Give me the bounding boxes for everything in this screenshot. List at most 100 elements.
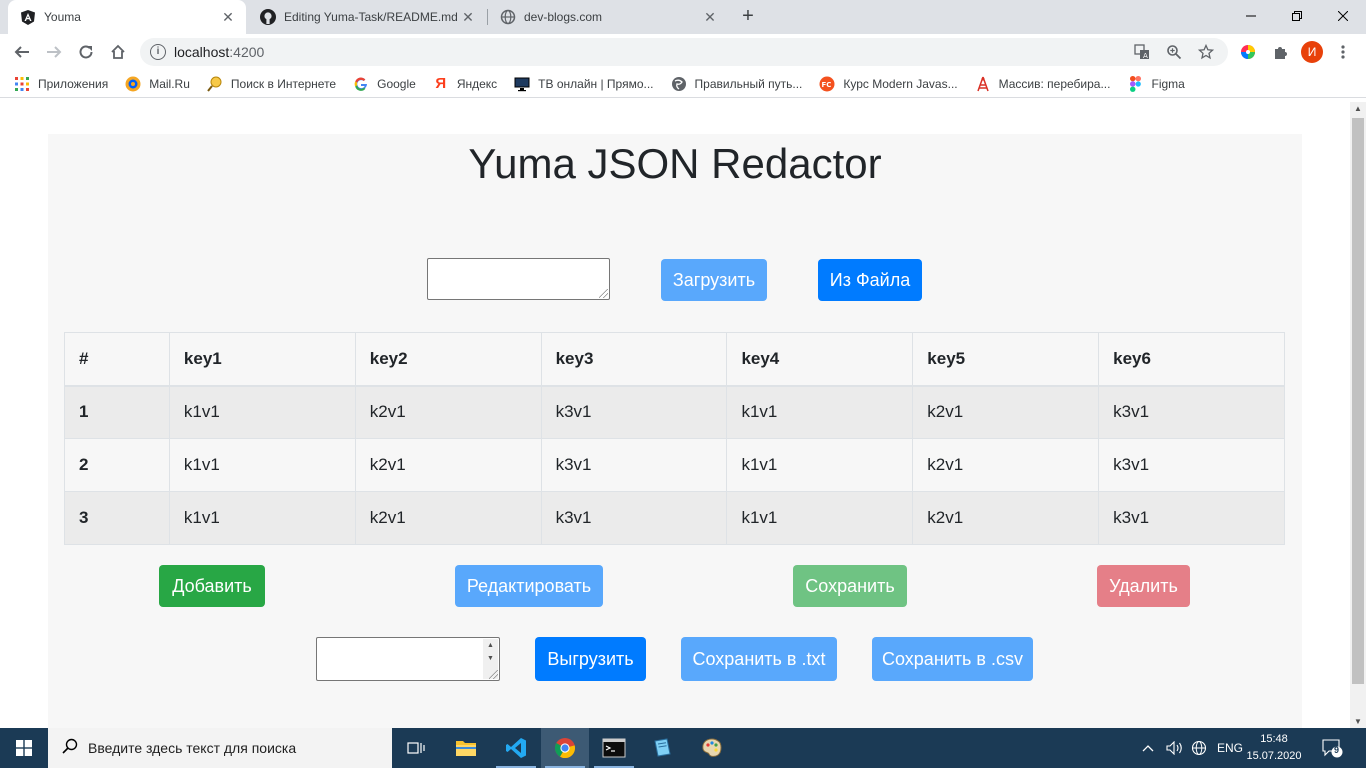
delete-button[interactable]: Удалить [1097,565,1190,607]
reload-button[interactable] [72,38,100,66]
google-icon [353,76,369,92]
table-cell[interactable]: k3v1 [1098,491,1285,545]
paint-button[interactable] [688,728,736,768]
json-input-textarea[interactable] [427,258,610,300]
minimize-button[interactable] [1228,0,1274,32]
restore-button[interactable] [1274,0,1320,32]
table-cell[interactable]: k1v1 [168,385,356,439]
chrome-button[interactable] [541,728,589,768]
paint-palette-icon [702,738,722,757]
page-viewport: Yuma JSON Redactor Загрузить Из Файла # … [0,102,1350,728]
page-scrollbar[interactable]: ▲ ▼ [1350,102,1366,728]
scroll-down-icon[interactable]: ▼ [1354,717,1362,726]
table-row[interactable]: 2 k1v1 k2v1 k3v1 k1v1 k2v1 k3v1 [64,438,1285,492]
start-button[interactable] [0,728,48,768]
table-cell[interactable]: k1v1 [726,491,914,545]
bookmark-mailru[interactable]: Mail.Ru [125,76,190,92]
url-text: localhost:4200 [174,44,265,60]
table-cell[interactable]: k1v1 [726,385,914,439]
table-cell[interactable]: k1v1 [726,438,914,492]
resize-grip-icon[interactable] [599,289,608,298]
menu-kebab-icon[interactable] [1332,41,1354,63]
save-csv-button[interactable]: Сохранить в .csv [872,637,1033,681]
scroll-up-icon[interactable]: ▲ [483,639,498,652]
vscode-button[interactable] [492,728,540,768]
scroll-up-icon[interactable]: ▲ [1354,104,1362,113]
bookmark-google[interactable]: Google [353,76,416,92]
table-cell[interactable]: k1v1 [168,438,356,492]
globe-icon [671,76,687,92]
back-button[interactable] [8,38,36,66]
close-icon[interactable]: ✕ [702,9,718,25]
close-icon[interactable]: ✕ [220,9,236,25]
edit-button[interactable]: Редактировать [455,565,603,607]
forward-button[interactable] [40,38,68,66]
new-tab-button[interactable]: + [736,5,760,29]
file-explorer-button[interactable] [442,728,490,768]
tab-devblogs[interactable]: dev-blogs.com ✕ [488,0,728,34]
bookmark-js-course[interactable]: FC Курс Modern Javas... [819,76,958,92]
clock-date: 15.07.2020 [1246,750,1302,762]
save-button[interactable]: Сохранить [793,565,907,607]
resize-grip-icon[interactable] [489,670,498,679]
table-cell[interactable]: k2v1 [912,385,1100,439]
bookmark-label: Figma [1151,76,1185,91]
language-indicator[interactable]: ENG [1217,728,1243,768]
table-row[interactable]: 1 k1v1 k2v1 k3v1 k1v1 k2v1 k3v1 [64,385,1285,439]
tab-title: Editing Yuma-Task/README.md a [284,10,460,24]
color-wheel-extension-icon[interactable] [1237,41,1259,63]
close-window-button[interactable] [1320,0,1366,32]
bookmark-label: Курс Modern Javas... [843,76,958,91]
extensions-puzzle-icon[interactable] [1269,41,1291,63]
table-row[interactable]: 3 k1v1 k2v1 k3v1 k1v1 k2v1 k3v1 [64,491,1285,545]
task-view-button[interactable] [392,728,440,768]
tab-youma[interactable]: Youma ✕ [8,0,246,34]
table-cell[interactable]: k3v1 [540,385,728,439]
notepad-button[interactable] [638,728,686,768]
table-cell[interactable]: k1v1 [168,491,356,545]
table-cell[interactable]: k3v1 [540,438,728,492]
volume-icon[interactable] [1166,728,1184,768]
terminal-button[interactable] [590,728,638,768]
tab-github[interactable]: Editing Yuma-Task/README.md a ✕ [248,0,486,34]
translate-icon[interactable]: A [1134,44,1150,60]
table-cell[interactable]: k3v1 [540,491,728,545]
notification-center-icon[interactable]: 9 [1322,728,1344,768]
export-button[interactable]: Выгрузить [535,637,646,681]
table-cell[interactable]: k2v1 [912,491,1100,545]
close-icon[interactable]: ✕ [460,9,476,25]
bookmark-figma[interactable]: Figma [1127,75,1185,92]
table-cell[interactable]: k2v1 [354,385,542,439]
taskbar-clock[interactable]: 15:48 15.07.2020 [1246,731,1302,765]
bookmark-label: Поиск в Интернете [230,76,337,91]
scroll-down-icon[interactable]: ▼ [483,652,498,665]
load-button[interactable]: Загрузить [661,259,767,301]
save-txt-button[interactable]: Сохранить в .txt [681,637,837,681]
network-globe-icon[interactable] [1191,728,1207,768]
tray-chevron-icon[interactable] [1142,728,1154,768]
bookmark-search[interactable]: Поиск в Интернете [207,76,336,92]
bookmark-star-icon[interactable] [1197,43,1215,60]
export-output-textarea[interactable]: ▲ ▼ [316,637,500,681]
table-cell[interactable]: k3v1 [1098,438,1285,492]
bookmark-right-way[interactable]: Правильный путь... [671,76,802,92]
bookmark-label: Яндекс [456,76,498,91]
bookmark-yandex[interactable]: Я Яндекс [433,75,498,92]
info-icon[interactable]: i [150,44,166,60]
table-cell[interactable]: k2v1 [912,438,1100,492]
scrollbar-thumb[interactable] [1352,118,1364,684]
table-cell[interactable]: k2v1 [354,438,542,492]
table-cell[interactable]: k3v1 [1098,385,1285,439]
table-cell[interactable]: k2v1 [354,491,542,545]
bookmark-tv[interactable]: ТВ онлайн | Прямо... [514,76,654,92]
bookmark-apps[interactable]: Приложения [14,76,108,92]
bookmark-label: Массив: перебира... [998,76,1111,91]
address-bar[interactable]: i localhost:4200 A [140,38,1228,66]
bookmark-array[interactable]: Массив: перебира... [975,76,1111,92]
zoom-icon[interactable] [1166,44,1182,60]
home-button[interactable] [104,38,132,66]
taskbar-search[interactable]: Введите здесь текст для поиска [48,728,392,768]
from-file-button[interactable]: Из Файла [818,259,922,301]
profile-avatar[interactable]: И [1301,41,1323,63]
add-button[interactable]: Добавить [159,565,265,607]
